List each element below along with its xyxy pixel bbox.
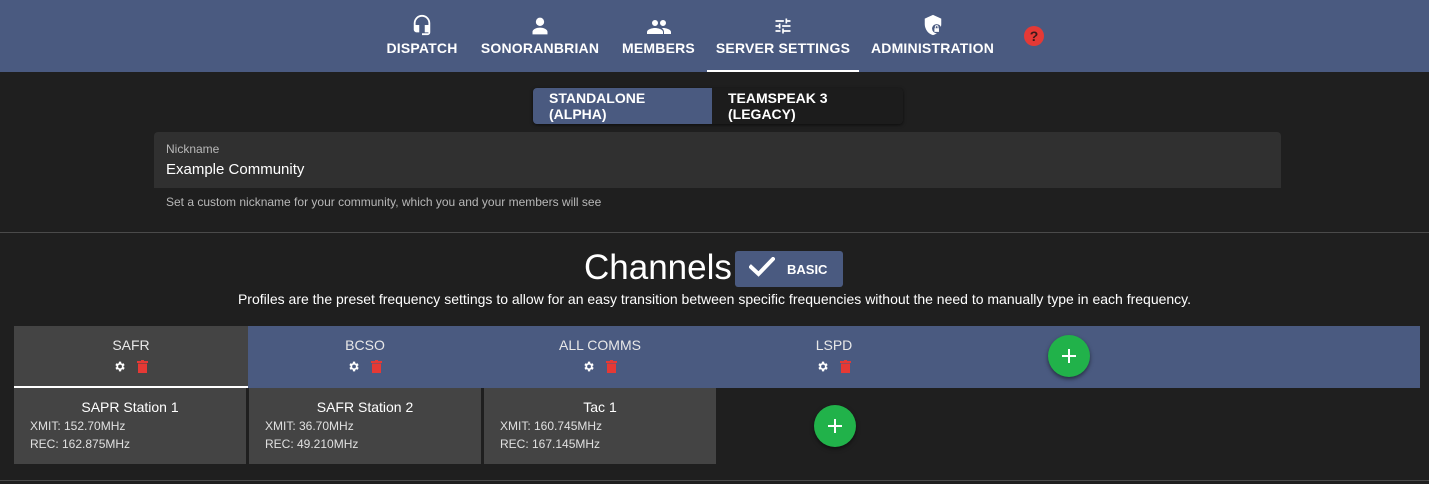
headset-icon <box>411 0 433 36</box>
profile-tab-bcso[interactable]: BCSO <box>248 326 482 388</box>
standalone-mode-button[interactable]: STANDALONE (ALPHA) <box>533 88 712 124</box>
channel-rec: REC: 49.210MHz <box>265 437 359 451</box>
nickname-label: Nickname <box>166 142 220 156</box>
channel-rec: REC: 167.145MHz <box>500 437 601 451</box>
nav-dispatch-label: DISPATCH <box>386 40 458 56</box>
nav-dispatch[interactable]: DISPATCH <box>386 0 458 72</box>
channel-card[interactable]: SAPR Station 1 XMIT: 152.70MHz REC: 162.… <box>14 388 246 464</box>
profile-name: LSPD <box>815 337 853 353</box>
channels-title: Channels <box>584 248 732 287</box>
nav-sonoranbrian-label: SONORANBRIAN <box>480 40 600 56</box>
plus-icon <box>828 419 842 433</box>
profile-name: BCSO <box>345 337 385 353</box>
channel-xmit: XMIT: 152.70MHz <box>30 419 126 433</box>
nav-administration-label: ADMINISTRATION <box>870 40 995 56</box>
nav-sonoranbrian[interactable]: SONORANBRIAN <box>481 0 599 72</box>
delete-icon[interactable] <box>605 359 619 373</box>
top-nav: DISPATCH SONORANBRIAN MEMBERS SERVER SET… <box>0 0 1429 72</box>
channel-name: SAFR Station 2 <box>316 399 414 415</box>
profile-name: SAFR <box>112 337 150 353</box>
channel-rec: REC: 162.875MHz <box>30 437 131 451</box>
channel-card[interactable]: SAFR Station 2 XMIT: 36.70MHz REC: 49.21… <box>249 388 481 464</box>
profile-tab-bar: SAFR BCSO ALL COMMS LSPD <box>14 326 1420 388</box>
nav-administration[interactable]: ADMINISTRATION <box>871 0 994 72</box>
profile-name: ALL COMMS <box>559 337 641 353</box>
nav-members[interactable]: MEMBERS <box>622 0 695 72</box>
nickname-field[interactable]: Nickname <box>154 132 1281 188</box>
plus-icon <box>1062 349 1076 363</box>
gear-icon[interactable] <box>582 359 596 373</box>
nickname-helper-text: Set a custom nickname for your community… <box>166 195 602 209</box>
profile-tab-safr[interactable]: SAFR <box>14 326 248 388</box>
help-icon[interactable]: ? <box>1024 26 1044 46</box>
profile-tab-lspd[interactable]: LSPD <box>717 326 951 388</box>
section-divider <box>0 232 1429 233</box>
nav-server-settings[interactable]: SERVER SETTINGS <box>707 0 859 72</box>
channel-name: SAPR Station 1 <box>81 399 179 415</box>
delete-icon[interactable] <box>370 359 384 373</box>
person-icon <box>530 0 550 36</box>
nav-members-label: MEMBERS <box>622 40 695 56</box>
gear-icon[interactable] <box>347 359 361 373</box>
channel-card[interactable]: Tac 1 XMIT: 160.745MHz REC: 167.145MHz <box>484 388 716 464</box>
basic-toggle-button[interactable]: BASIC <box>735 251 843 287</box>
add-channel-button[interactable] <box>814 405 856 447</box>
shield-lock-icon <box>922 0 944 36</box>
add-profile-button[interactable] <box>1048 335 1090 377</box>
mode-toggle: STANDALONE (ALPHA) TEAMSPEAK 3 (LEGACY) <box>533 88 903 124</box>
channel-xmit: XMIT: 160.745MHz <box>500 419 603 433</box>
nickname-input[interactable] <box>166 158 1266 180</box>
bottom-divider <box>0 480 1429 481</box>
profile-tab-all-comms[interactable]: ALL COMMS <box>483 326 717 388</box>
delete-icon[interactable] <box>136 359 150 373</box>
channels-description: Profiles are the preset frequency settin… <box>237 291 1192 307</box>
delete-icon[interactable] <box>839 359 853 373</box>
channel-xmit: XMIT: 36.70MHz <box>265 419 354 433</box>
channel-name: Tac 1 <box>583 399 617 415</box>
teamspeak-mode-button[interactable]: TEAMSPEAK 3 (LEGACY) <box>712 88 903 124</box>
basic-toggle-label: BASIC <box>787 261 828 277</box>
group-icon <box>646 0 671 36</box>
sliders-icon <box>773 0 793 36</box>
gear-icon[interactable] <box>816 359 830 373</box>
gear-icon[interactable] <box>113 359 127 373</box>
check-icon <box>748 255 776 282</box>
nav-server-settings-label: SERVER SETTINGS <box>715 40 851 56</box>
